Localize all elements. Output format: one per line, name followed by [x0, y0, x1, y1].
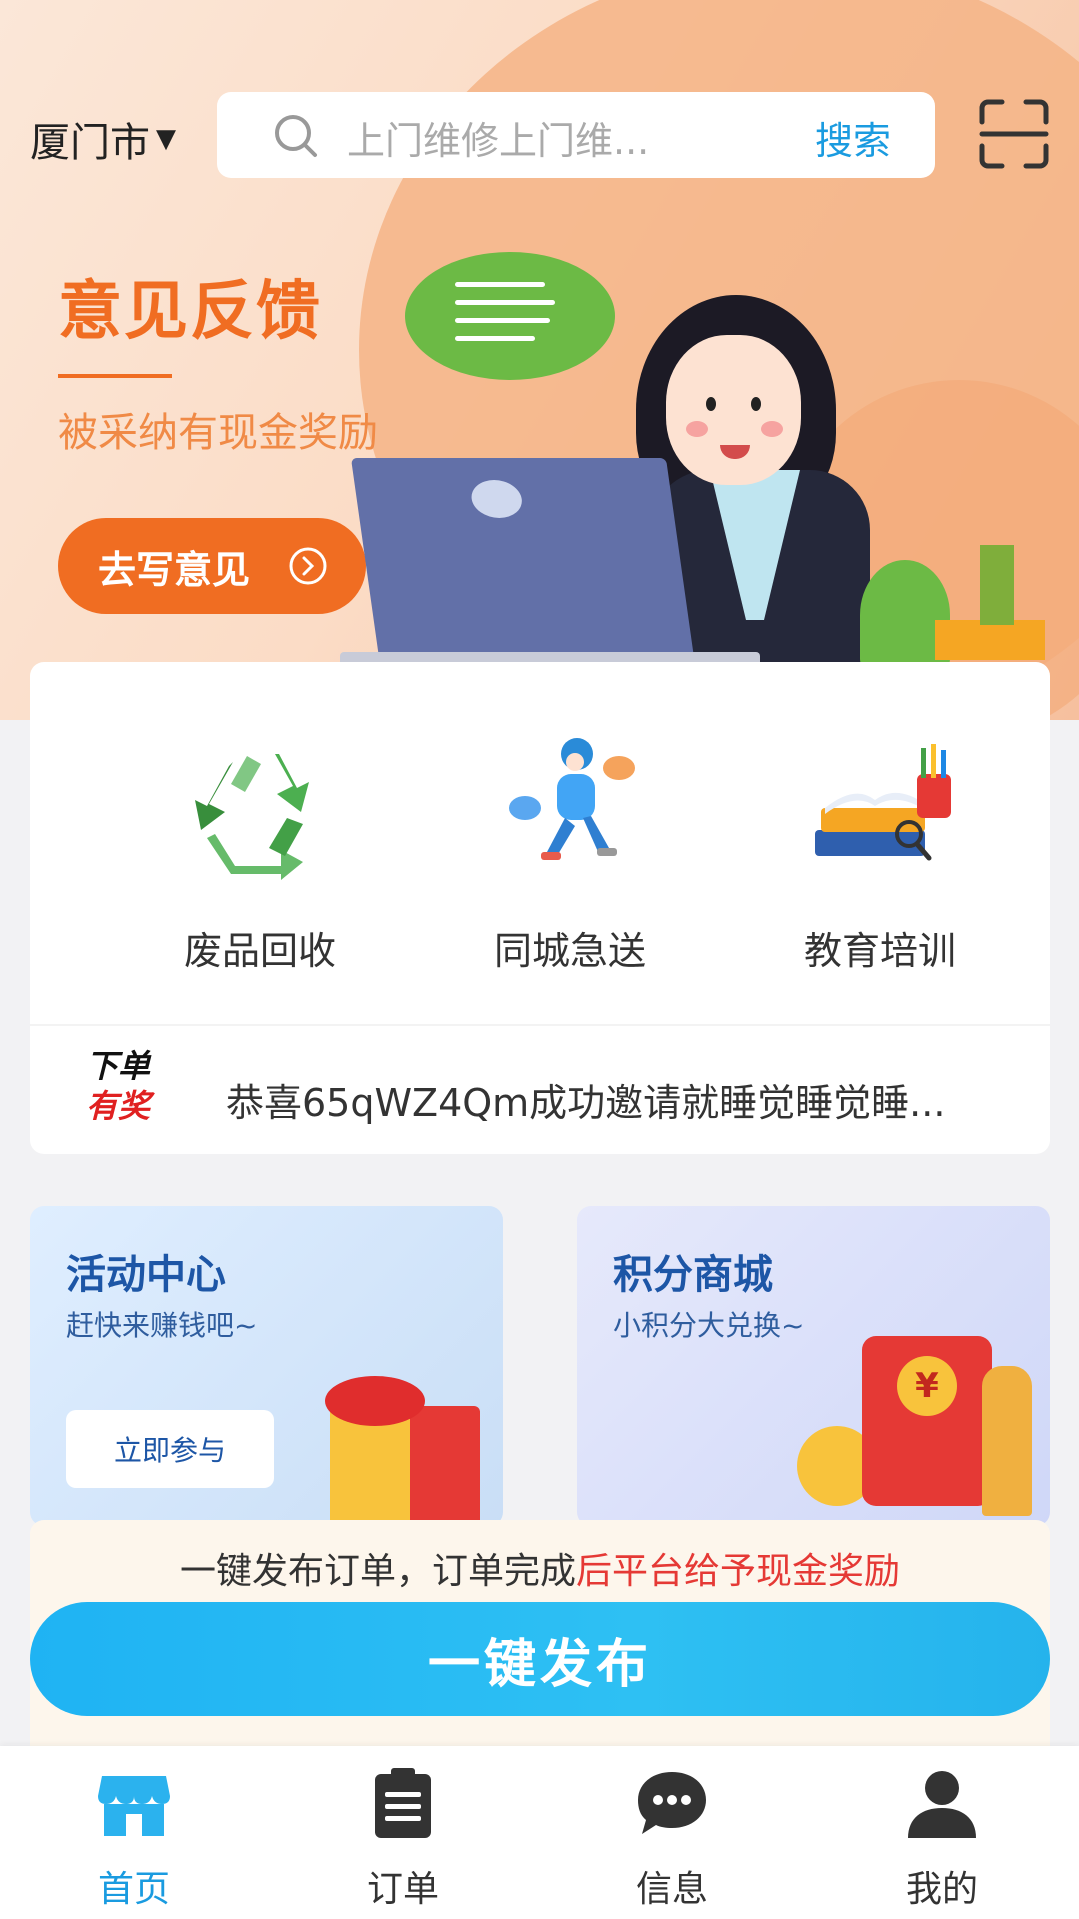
search-button[interactable]: 搜索: [815, 110, 891, 165]
nav-item-orders[interactable]: 订单: [303, 1766, 503, 1912]
service-recycling[interactable]: 废品回收: [140, 734, 380, 975]
write-feedback-button[interactable]: 去写意见: [58, 518, 366, 614]
speech-bubble-illustration: [405, 252, 615, 380]
publish-note-prefix: 一键发布订单，订单完成: [179, 1551, 576, 1592]
write-feedback-label: 去写意见: [98, 547, 251, 592]
points-mall-title: 积分商城: [613, 1252, 773, 1298]
banner-subtitle: 被采纳有现金奖励: [58, 410, 378, 456]
nav-label-profile: 我的: [905, 1869, 978, 1910]
service-card: 废品回收 同城急送 教育培训 下单 有奖 恭喜65qWZ4Qm成功邀请就睡觉睡觉…: [30, 662, 1050, 1154]
publish-note: 一键发布订单，订单完成后平台给予现金奖励: [30, 1542, 1050, 1594]
courier-icon: [509, 738, 635, 860]
points-mall-subtitle: 小积分大兑换~: [613, 1309, 805, 1342]
activity-center-subtitle: 赶快来赚钱吧~: [66, 1309, 258, 1342]
chat-bubble-icon: [638, 1772, 706, 1834]
red-envelope-illustration: ¥: [862, 1336, 992, 1506]
nav-item-messages[interactable]: 信息: [572, 1766, 772, 1912]
scan-icon[interactable]: [978, 98, 1050, 170]
feedback-banner[interactable]: 意见反馈 被采纳有现金奖励 去写意见 厦门市 ▼ 上门维修上门维... 搜索: [0, 0, 1079, 720]
laptop-illustration: [350, 458, 695, 658]
announcement-ticker[interactable]: 恭喜65qWZ4Qm成功邀请就睡觉睡觉睡...: [226, 1072, 945, 1127]
nav-label-orders: 订单: [366, 1869, 439, 1910]
search-icon: [275, 115, 317, 157]
clipboard-icon: [375, 1768, 431, 1838]
search-input[interactable]: 上门维修上门维...: [347, 110, 649, 165]
order-reward-tag-line1: 下单: [86, 1047, 151, 1085]
search-bar[interactable]: 上门维修上门维... 搜索: [217, 92, 935, 178]
publish-note-highlight: 后平台给予现金奖励: [576, 1551, 901, 1592]
order-reward-tag: 下单 有奖: [86, 1046, 150, 1126]
service-label: 教育培训: [803, 929, 956, 973]
nav-label-home: 首页: [97, 1869, 170, 1910]
one-click-publish-button[interactable]: 一键发布: [30, 1602, 1050, 1716]
nav-item-profile[interactable]: 我的: [842, 1766, 1042, 1912]
bottom-nav: 首页 订单 信息 我的: [0, 1746, 1079, 1919]
service-education[interactable]: 教育培训: [760, 734, 1000, 975]
order-reward-tag-line2: 有奖: [86, 1087, 151, 1125]
activity-center-title: 活动中心: [66, 1252, 226, 1298]
woman-face-illustration: [666, 335, 801, 485]
city-selector[interactable]: 厦门市 ▼: [30, 110, 176, 168]
card-divider: [30, 1024, 1050, 1026]
user-icon: [908, 1771, 976, 1838]
arrow-right-circle-icon: [289, 547, 327, 585]
dropdown-triangle-icon: ▼: [156, 124, 176, 154]
service-courier[interactable]: 同城急送: [450, 734, 690, 975]
nav-item-home[interactable]: 首页: [34, 1766, 234, 1912]
recycle-icon: [195, 754, 309, 880]
gift-box-illustration: [330, 1406, 480, 1526]
shopper-illustration: [982, 1366, 1032, 1516]
city-name: 厦门市: [30, 120, 150, 166]
home-shop-icon: [98, 1776, 170, 1836]
books-illustration: [980, 545, 1014, 625]
gift-bow-illustration: [325, 1376, 425, 1426]
points-mall-card[interactable]: 积分商城 小积分大兑换~ ¥: [577, 1206, 1050, 1526]
top-bar: 厦门市 ▼ 上门维修上门维... 搜索: [0, 92, 1079, 182]
banner-title: 意见反馈: [58, 275, 322, 349]
banner-divider: [58, 374, 172, 378]
service-label: 同城急送: [493, 929, 646, 973]
books-icon: [815, 744, 951, 861]
activity-center-card[interactable]: 活动中心 赶快来赚钱吧~ 立即参与: [30, 1206, 503, 1526]
nav-label-messages: 信息: [635, 1869, 708, 1910]
books-illustration: [935, 620, 1045, 660]
join-now-button[interactable]: 立即参与: [66, 1410, 274, 1488]
service-label: 废品回收: [183, 929, 336, 973]
